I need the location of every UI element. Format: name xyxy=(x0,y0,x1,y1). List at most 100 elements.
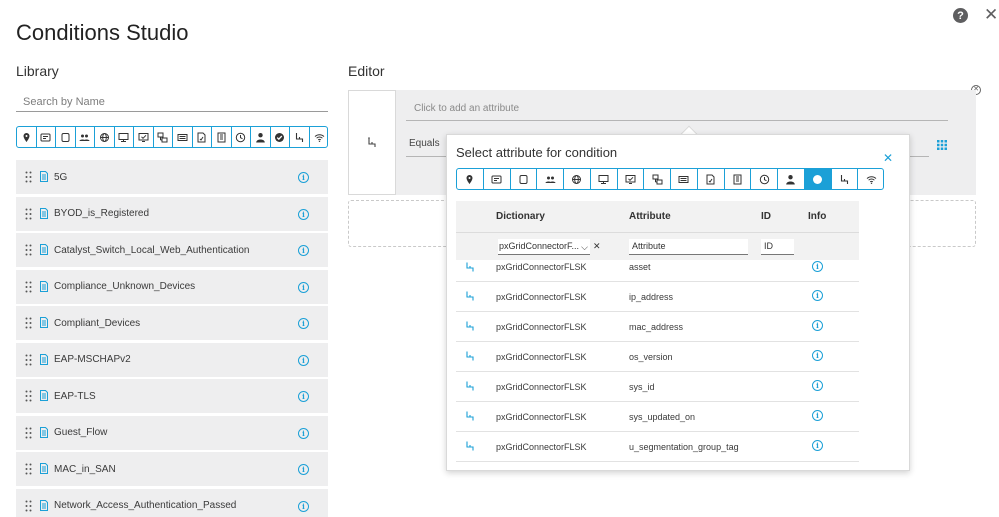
info-icon[interactable]: i xyxy=(298,391,309,402)
filter-network-device-group-icon[interactable] xyxy=(154,127,173,147)
library-title: Library xyxy=(16,63,59,79)
filter-device-icon[interactable] xyxy=(511,169,538,189)
dialog-close-icon[interactable]: ✕ xyxy=(883,152,893,164)
drag-handle-icon[interactable] xyxy=(25,500,32,512)
info-icon[interactable]: i xyxy=(298,318,309,329)
info-icon[interactable]: i xyxy=(298,427,309,439)
filter-posture-icon[interactable] xyxy=(134,127,154,147)
table-row[interactable]: pxGridConnectorFLSK os_version i xyxy=(456,342,859,372)
info-icon[interactable]: i xyxy=(812,261,823,272)
drag-handle-icon[interactable] xyxy=(25,354,32,366)
add-attribute-field[interactable]: Click to add an attribute xyxy=(406,103,948,121)
id-filter-input[interactable]: ID xyxy=(761,239,794,255)
filter-endpoint-profile-icon[interactable] xyxy=(37,127,56,147)
filter-wireless-icon[interactable] xyxy=(858,169,883,189)
info-icon[interactable]: i xyxy=(298,208,309,220)
library-item[interactable]: EAP-TLS i xyxy=(16,379,328,413)
info-icon[interactable]: i xyxy=(298,500,309,512)
library-item[interactable]: EAP-MSCHAPv2 i xyxy=(16,342,328,377)
compliance-icon xyxy=(813,174,823,184)
drag-handle-icon[interactable] xyxy=(25,244,32,256)
filter-network-device-icon[interactable] xyxy=(591,169,618,189)
filter-network-icon[interactable] xyxy=(564,169,591,189)
column-id[interactable]: ID xyxy=(761,211,771,222)
editor-title: Editor xyxy=(348,63,385,79)
grid-icon[interactable] xyxy=(937,140,947,150)
library-item[interactable]: Network_Access_Authentication_Passed i xyxy=(16,488,328,517)
filter-time-icon[interactable] xyxy=(232,127,251,147)
clear-filter-icon[interactable]: ✕ xyxy=(593,241,601,251)
filter-network-condition-icon[interactable] xyxy=(173,127,193,147)
operator-select[interactable]: Equals xyxy=(406,135,446,157)
attribute-filter-input[interactable]: Attribute xyxy=(629,239,748,255)
info-icon[interactable]: i xyxy=(298,464,309,475)
info-icon[interactable]: i xyxy=(812,410,823,421)
info-icon[interactable]: i xyxy=(812,380,823,391)
filter-compliance-icon[interactable] xyxy=(804,169,832,189)
table-row[interactable]: pxGridConnectorFLSK asset i xyxy=(456,260,859,282)
close-icon[interactable]: ✕ xyxy=(984,6,998,23)
column-attribute[interactable]: Attribute xyxy=(629,211,671,222)
filter-network-condition-icon[interactable] xyxy=(671,169,698,189)
filter-pxgrid-icon[interactable] xyxy=(832,169,859,189)
filter-identity-group-icon[interactable] xyxy=(537,169,564,189)
filter-compliance-icon[interactable] xyxy=(271,127,290,147)
library-item[interactable]: Compliant_Devices i xyxy=(16,306,328,340)
editor-dictionary-slot[interactable] xyxy=(348,90,396,195)
info-icon[interactable]: i xyxy=(298,245,309,256)
filter-pxgrid-icon[interactable] xyxy=(290,127,310,147)
column-dictionary[interactable]: Dictionary xyxy=(496,211,545,222)
drag-handle-icon[interactable] xyxy=(25,171,32,183)
filter-network-icon[interactable] xyxy=(95,127,115,147)
library-item[interactable]: BYOD_is_Registered i xyxy=(16,196,328,231)
filter-endpoint-profile-icon[interactable] xyxy=(484,169,511,189)
filter-building-icon[interactable] xyxy=(212,127,232,147)
library-item[interactable]: Guest_Flow i xyxy=(16,415,328,450)
info-icon[interactable]: i xyxy=(298,354,309,366)
table-row[interactable]: pxGridConnectorFLSK u_segmentation_group_… xyxy=(456,432,859,462)
dictionary-cell: pxGridConnectorFLSK xyxy=(496,292,587,302)
filter-device-icon[interactable] xyxy=(56,127,76,147)
library-item[interactable]: Catalyst_Switch_Local_Web_Authentication… xyxy=(16,233,328,267)
table-row[interactable]: pxGridConnectorFLSK mac_address i xyxy=(456,312,859,342)
library-item-label: Compliance_Unknown_Devices xyxy=(54,281,196,292)
filter-posture-icon[interactable] xyxy=(618,169,645,189)
document-icon xyxy=(40,207,48,219)
library-item-label: EAP-MSCHAPv2 xyxy=(54,354,131,365)
drag-handle-icon[interactable] xyxy=(25,463,32,475)
drag-handle-icon[interactable] xyxy=(25,208,32,220)
filter-certificate-icon[interactable] xyxy=(193,127,212,147)
filter-user-icon[interactable] xyxy=(778,169,805,189)
drag-handle-icon[interactable] xyxy=(25,390,32,402)
filter-network-device-icon[interactable] xyxy=(115,127,134,147)
filter-time-icon[interactable] xyxy=(751,169,778,189)
table-row[interactable]: pxGridConnectorFLSK sys_updated_on i xyxy=(456,402,859,432)
drag-handle-icon[interactable] xyxy=(25,281,32,293)
info-icon[interactable]: i xyxy=(298,172,309,183)
library-item[interactable]: 5G i xyxy=(16,160,328,194)
info-icon[interactable]: i xyxy=(298,281,309,293)
search-input[interactable] xyxy=(16,92,328,112)
info-icon[interactable]: i xyxy=(812,440,823,451)
table-row[interactable]: pxGridConnectorFLSK ip_address i xyxy=(456,282,859,312)
filter-user-icon[interactable] xyxy=(251,127,271,147)
library-item[interactable]: Compliance_Unknown_Devices i xyxy=(16,269,328,304)
filter-location-icon[interactable] xyxy=(457,169,484,189)
info-icon[interactable]: i xyxy=(812,320,823,331)
filter-network-device-group-icon[interactable] xyxy=(644,169,671,189)
dictionary-filter-select[interactable]: pxGridConnectorF... ⌵ xyxy=(498,239,590,255)
library-item[interactable]: MAC_in_SAN i xyxy=(16,452,328,486)
pxgrid-icon xyxy=(466,411,474,421)
filter-certificate-icon[interactable] xyxy=(698,169,725,189)
info-icon[interactable]: i xyxy=(812,350,823,361)
library-item-label: Guest_Flow xyxy=(54,427,108,438)
drag-handle-icon[interactable] xyxy=(25,427,32,439)
filter-wireless-icon[interactable] xyxy=(310,127,328,147)
table-row[interactable]: pxGridConnectorFLSK sys_id i xyxy=(456,372,859,402)
filter-identity-group-icon[interactable] xyxy=(76,127,95,147)
info-icon[interactable]: i xyxy=(812,290,823,301)
drag-handle-icon[interactable] xyxy=(25,317,32,329)
help-icon[interactable]: ? xyxy=(953,8,968,23)
filter-building-icon[interactable] xyxy=(725,169,752,189)
filter-location-icon[interactable] xyxy=(17,127,37,147)
